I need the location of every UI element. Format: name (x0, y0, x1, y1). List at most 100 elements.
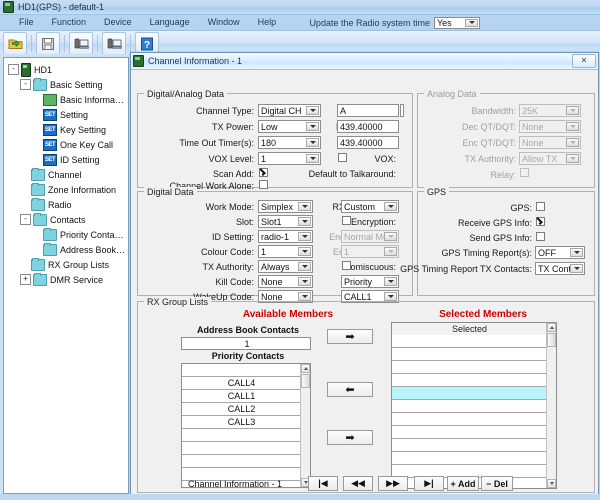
receive-gps-info-label: Receive GPS Info: (457, 217, 532, 228)
vox-level-select[interactable]: 1 (258, 152, 321, 165)
tree-node-priority-contacts[interactable]: Priority Contacts (6, 227, 126, 242)
remove-member-button[interactable]: ⬅ (327, 382, 373, 397)
address-book-contacts-label: Address Book Contacts (196, 325, 300, 335)
add-priority-button[interactable]: ➡ (327, 430, 373, 445)
gps-timing-report-select[interactable]: OFF (535, 246, 585, 259)
delete-record-button[interactable]: − Del (481, 476, 513, 491)
prev-record-button[interactable]: ◀◀ (343, 476, 373, 491)
arrow-right-icon: ➡ (345, 431, 355, 444)
gps-legend: GPS (424, 187, 450, 197)
priority-contacts-row[interactable]: CALL4 (182, 377, 301, 390)
promiscuous-checkbox[interactable] (342, 261, 351, 270)
channel-type-label-row: Channel Type: (144, 104, 254, 117)
tree-node-radio[interactable]: Radio (6, 197, 126, 212)
rx-frequency-input[interactable]: 439.40000 (337, 120, 399, 133)
tree-node-id-setting[interactable]: SET ID Setting (6, 152, 126, 167)
tree-node-basic-information[interactable]: Basic Information (6, 92, 126, 107)
priority-contacts-scrollbar[interactable] (300, 364, 310, 487)
encryption-checkbox[interactable] (342, 216, 351, 225)
selected-members-list[interactable]: Selected (391, 322, 557, 489)
last-record-button[interactable]: ▶| (414, 476, 444, 491)
scroll-up-icon[interactable] (301, 364, 310, 373)
tx-frequency-input[interactable]: 439.40000 (337, 136, 399, 149)
save-file-button[interactable] (36, 32, 60, 55)
contacts-type-select[interactable]: Priority (341, 275, 399, 288)
send-gps-info-checkbox[interactable] (536, 232, 545, 241)
digital-tx-authority-label-row: TX Authority: (144, 260, 254, 273)
expand-icon[interactable]: + (20, 274, 31, 285)
tree-node-contacts[interactable]: - Contacts (6, 212, 126, 227)
read-from-radio-button[interactable] (69, 32, 93, 55)
close-icon[interactable]: ✕ (572, 54, 596, 68)
menu-file[interactable]: File (10, 15, 43, 30)
tree-node-hd1[interactable]: - HD1 (6, 62, 126, 77)
menu-device[interactable]: Device (95, 15, 141, 30)
channel-alias-input[interactable]: A (337, 104, 399, 117)
first-record-button[interactable]: |◀ (308, 476, 338, 491)
scan-add-checkbox[interactable] (259, 168, 268, 177)
menu-function[interactable]: Function (43, 15, 96, 30)
selected-members-row[interactable] (392, 452, 547, 465)
selected-members-row[interactable] (392, 335, 547, 348)
priority-contacts-row[interactable]: CALL1 (182, 390, 301, 403)
collapse-icon[interactable]: - (20, 79, 31, 90)
selected-members-row[interactable] (392, 374, 547, 387)
tree-node-key-setting[interactable]: SET Key Setting (6, 122, 126, 137)
menu-window[interactable]: Window (199, 15, 249, 30)
menu-language[interactable]: Language (141, 15, 199, 30)
navigation-tree-pane[interactable]: - HD1- Basic Setting Basic Information SET Se… (3, 57, 129, 494)
add-record-button[interactable]: + Add (447, 476, 479, 491)
menu-help[interactable]: Help (249, 15, 286, 30)
collapse-icon[interactable]: - (20, 214, 31, 225)
scrollbar-thumb[interactable] (301, 374, 310, 388)
tree-node-basic-setting[interactable]: - Basic Setting (6, 77, 126, 92)
address-book-contacts-input[interactable]: 1 (181, 337, 311, 350)
statusbar (0, 494, 600, 500)
add-member-button[interactable]: ➡ (327, 329, 373, 344)
selected-members-row[interactable] (392, 387, 547, 400)
priority-contacts-row[interactable] (182, 455, 301, 468)
gps-checkbox[interactable] (536, 202, 545, 211)
vox-checkbox[interactable] (338, 153, 347, 162)
write-to-radio-button[interactable] (102, 32, 126, 55)
priority-contacts-row[interactable]: CALL3 (182, 416, 301, 429)
priority-contacts-row[interactable]: CALL2 (182, 403, 301, 416)
channel-type-select[interactable]: Digital CH (258, 104, 321, 117)
selected-members-row[interactable] (392, 348, 547, 361)
tx-power-select[interactable]: Low (258, 120, 321, 133)
scrollbar-thumb[interactable] (547, 333, 556, 347)
selected-members-row[interactable] (392, 361, 547, 374)
selected-members-row[interactable] (392, 400, 547, 413)
channel-work-alone-checkbox[interactable] (259, 180, 268, 189)
open-file-button[interactable] (3, 32, 27, 55)
collapse-icon[interactable]: - (8, 64, 19, 75)
tree-node-rx-group-lists[interactable]: RX Group Lists (6, 257, 126, 272)
priority-contacts-row[interactable] (182, 364, 301, 377)
selected-members-row[interactable] (392, 439, 547, 452)
timeout-timer-select[interactable]: 180 (258, 136, 321, 149)
priority-contacts-row[interactable] (182, 442, 301, 455)
save-file-icon (42, 37, 54, 50)
slot-label: Slot: (235, 216, 254, 227)
rx-group-lists-select[interactable]: Custom (341, 200, 399, 213)
tree-node-zone-information[interactable]: Zone Information (6, 182, 126, 197)
tree-node-setting[interactable]: SET Setting (6, 107, 126, 122)
digital-analog-data-legend: Digital/Analog Data (144, 89, 228, 99)
scroll-up-icon[interactable] (547, 323, 556, 332)
tree-node-one-key-call[interactable]: SET One Key Call (6, 137, 126, 152)
next-record-button[interactable]: ▶▶ (378, 476, 408, 491)
system-time-select[interactable]: Yes (434, 16, 480, 29)
selected-members-row[interactable] (392, 426, 547, 439)
tree-node-address-book-co[interactable]: Address Book Co (6, 242, 126, 257)
tree-node-dmr-service[interactable]: + DMR Service (6, 272, 126, 287)
selected-members-scrollbar[interactable] (546, 323, 556, 488)
priority-contacts-list[interactable]: CALL4 CALL1 CALL2 CALL3 (181, 363, 311, 488)
priority-contacts-row[interactable] (182, 429, 301, 442)
selected-members-row[interactable] (392, 413, 547, 426)
receive-gps-info-checkbox[interactable] (536, 217, 545, 226)
colour-code-value: 1 (261, 246, 267, 257)
tree-node-channel[interactable]: Channel (6, 167, 126, 182)
analog-data-legend: Analog Data (424, 89, 480, 99)
gps-timing-report-tx-contacts-select[interactable]: TX Contact (535, 262, 585, 275)
system-time-value: Yes (437, 17, 452, 28)
